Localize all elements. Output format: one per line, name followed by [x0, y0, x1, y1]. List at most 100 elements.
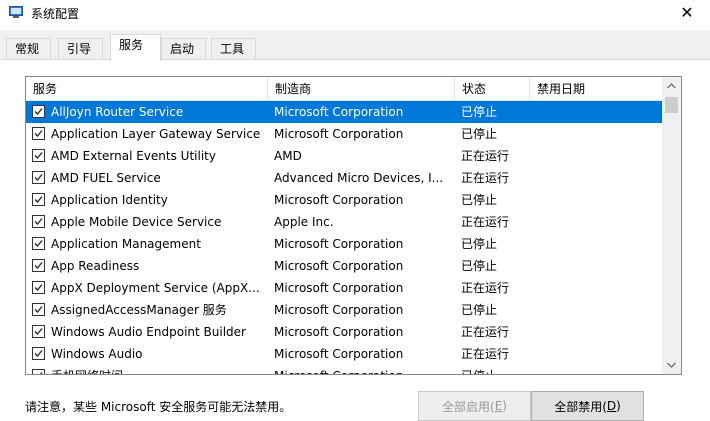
service-disabled-date [536, 255, 656, 277]
tab-startup[interactable]: 启动 [161, 38, 206, 60]
column-header-manufacturer[interactable]: 制造商 [268, 77, 455, 101]
service-disabled-date [536, 299, 656, 321]
service-manufacturer: Apple Inc. [274, 215, 334, 229]
service-checkbox[interactable] [32, 149, 45, 162]
service-row[interactable]: AllJoyn Router Service Microsoft Corporat… [26, 101, 662, 123]
tab-label: 引导 [67, 42, 92, 56]
service-row[interactable]: Application Identity Microsoft Corporatio… [26, 189, 662, 211]
service-checkbox[interactable] [32, 237, 45, 250]
service-manufacturer: Microsoft Corporation [274, 303, 404, 317]
msconfig-icon [9, 6, 23, 18]
service-status: 已停止 [461, 127, 498, 141]
service-row[interactable]: App Readiness Microsoft Corporation 已停止 [26, 255, 662, 277]
chevron-up-icon[interactable] [662, 77, 681, 95]
service-checkbox[interactable] [32, 193, 45, 206]
tab-services[interactable]: 服务 [110, 34, 161, 61]
column-header-service[interactable]: 服务 [26, 77, 268, 101]
service-status: 已停止 [461, 193, 498, 207]
check-icon [34, 152, 43, 159]
tab-boot[interactable]: 引导 [58, 38, 103, 60]
service-checkbox[interactable] [32, 303, 45, 316]
service-manufacturer: Microsoft Corporation [274, 281, 404, 295]
service-manufacturer: Advanced Micro Devices, I... [274, 171, 444, 185]
check-icon [34, 130, 43, 137]
service-checkbox[interactable] [32, 105, 45, 118]
service-status: 正在运行 [461, 171, 510, 185]
column-header-disabled-date[interactable]: 禁用日期 [530, 77, 662, 101]
service-manufacturer: Microsoft Corporation [274, 105, 404, 119]
service-disabled-date [536, 123, 656, 145]
enable-all-button[interactable]: 全部启用(E) [418, 391, 531, 421]
service-status: 已停止 [461, 365, 529, 374]
tab-label: 服务 [119, 38, 144, 52]
check-icon [34, 240, 43, 247]
window-title: 系统配置 [31, 7, 80, 21]
service-row[interactable]: Application Management Microsoft Corporat… [26, 233, 662, 255]
service-row[interactable]: Windows Audio Endpoint Builder Microsoft … [26, 321, 662, 343]
service-disabled-date [536, 145, 656, 167]
services-list[interactable]: 服务 制造商 状态 禁用日期 AllJoyn Router Service Mic… [25, 76, 682, 375]
service-row[interactable]: AMD FUEL Service Advanced Micro Devices, … [26, 167, 662, 189]
close-button[interactable]: ✕ [664, 0, 710, 24]
tab-label: 工具 [220, 42, 245, 56]
check-icon [34, 262, 43, 269]
vertical-scrollbar[interactable] [662, 77, 681, 374]
service-checkbox[interactable] [32, 259, 45, 272]
service-disabled-date [536, 343, 656, 365]
service-checkbox[interactable] [32, 281, 45, 294]
tab-general[interactable]: 常规 [6, 38, 51, 60]
tab-tools[interactable]: 工具 [211, 38, 256, 60]
service-name: App Readiness [51, 259, 140, 273]
service-name: AppX Deployment Service (AppX... [51, 281, 260, 295]
service-disabled-date [536, 167, 656, 189]
service-checkbox[interactable] [32, 171, 45, 184]
service-row[interactable]: AppX Deployment Service (AppX... Microsof… [26, 277, 662, 299]
scrollbar-thumb[interactable] [665, 97, 678, 113]
service-name: Application Layer Gateway Service [51, 127, 261, 141]
service-row[interactable]: Apple Mobile Device Service Apple Inc. 正在运… [26, 211, 662, 233]
service-manufacturer: Microsoft Corporation [274, 347, 404, 361]
tab-label: 启动 [170, 42, 195, 56]
service-row[interactable]: 手机网络时间 Microsoft Corporation 已停止 [26, 365, 662, 374]
check-icon [34, 218, 43, 225]
check-icon [34, 306, 43, 313]
service-checkbox[interactable] [32, 215, 45, 228]
chevron-down-icon[interactable] [662, 356, 681, 374]
service-row[interactable]: Windows Audio Microsoft Corporation 正在运行 [26, 343, 662, 365]
service-status: 正在运行 [461, 215, 510, 229]
service-name: AMD FUEL Service [51, 171, 161, 185]
service-status: 正在运行 [461, 325, 510, 339]
service-disabled-date [536, 211, 656, 233]
service-checkbox[interactable] [32, 347, 45, 360]
service-name: 手机网络时间 [51, 365, 266, 374]
service-status: 已停止 [461, 303, 498, 317]
check-icon [34, 328, 43, 335]
service-checkbox[interactable] [32, 325, 45, 338]
service-status: 已停止 [461, 237, 498, 251]
service-disabled-date [536, 101, 656, 123]
service-checkbox[interactable] [32, 127, 45, 140]
service-name: Application Management [51, 237, 201, 251]
tab-label: 常规 [15, 42, 40, 56]
check-icon [34, 284, 43, 291]
service-name: AllJoyn Router Service [51, 105, 184, 119]
service-row[interactable]: AMD External Events Utility AMD 正在运行 [26, 145, 662, 167]
service-disabled-date [536, 321, 656, 343]
service-row[interactable]: AssignedAccessManager 服务 Microsoft Corpor… [26, 299, 662, 321]
column-header-status[interactable]: 状态 [455, 77, 530, 101]
service-manufacturer: Microsoft Corporation [274, 127, 404, 141]
disable-all-button[interactable]: 全部禁用(D) [531, 391, 644, 421]
service-checkbox[interactable] [32, 369, 45, 374]
service-status: 正在运行 [461, 281, 510, 295]
check-icon [34, 196, 43, 203]
service-name: AssignedAccessManager 服务 [51, 303, 227, 317]
service-name: AMD External Events Utility [51, 149, 216, 163]
service-manufacturer: Microsoft Corporation [274, 237, 404, 251]
service-manufacturer: Microsoft Corporation [274, 325, 404, 339]
service-status: 正在运行 [461, 149, 510, 163]
service-manufacturer: Microsoft Corporation [274, 259, 404, 273]
service-row[interactable]: Application Layer Gateway Service Microso… [26, 123, 662, 145]
service-disabled-date [536, 189, 656, 211]
check-icon [34, 350, 43, 357]
check-icon [39, 372, 43, 374]
